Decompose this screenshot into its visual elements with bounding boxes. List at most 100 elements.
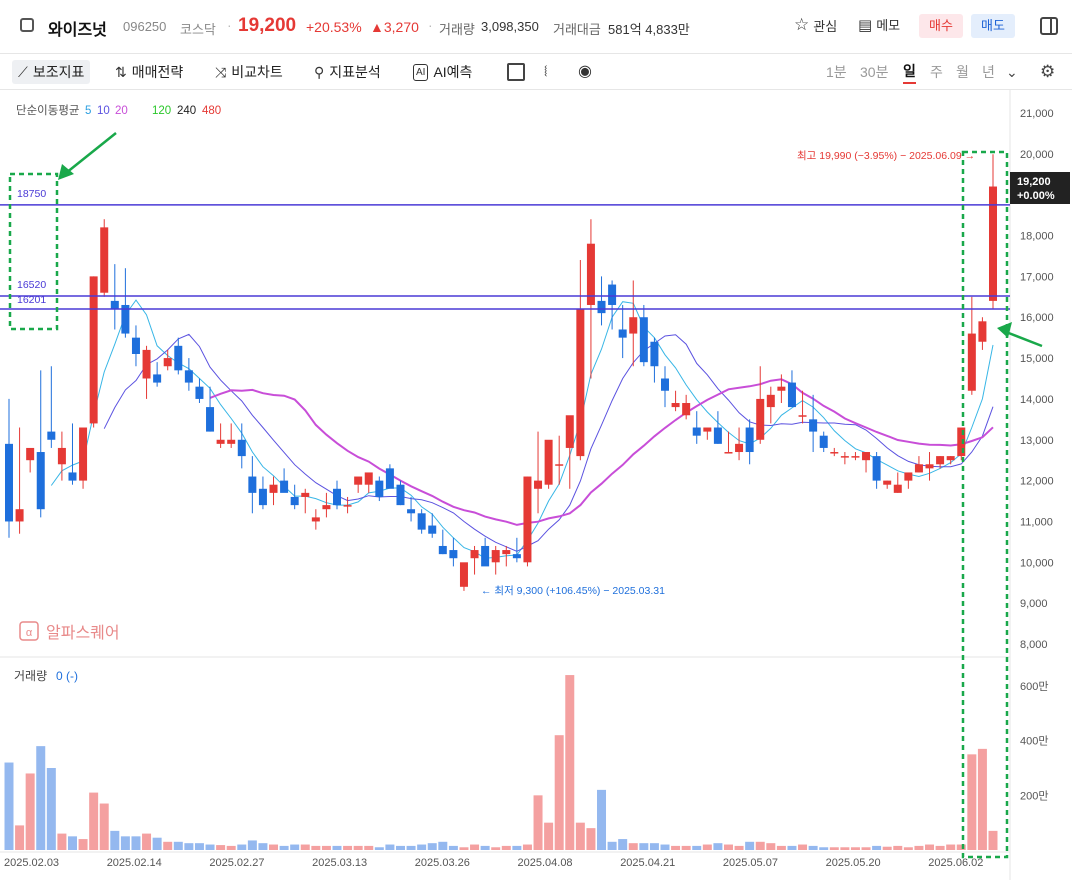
candle-body <box>618 329 627 338</box>
watermark-text: 알파스퀘어 <box>46 624 120 642</box>
candle-body <box>68 472 77 481</box>
price-tick: 8,000 <box>1020 639 1048 651</box>
candle-body <box>851 456 860 458</box>
star-icon: ☆ <box>794 15 810 34</box>
volume-bar <box>776 845 786 850</box>
volume-bar <box>755 841 765 850</box>
volume-bar <box>967 754 977 850</box>
candle-body <box>565 415 574 448</box>
price-tick: 13,000 <box>1020 435 1054 447</box>
candle <box>15 427 24 534</box>
candle <box>883 480 892 489</box>
stock-name[interactable]: 와이즈넛 <box>48 16 107 40</box>
candle-body <box>787 382 796 408</box>
candle-body <box>5 443 13 522</box>
ma-legend-5: 5 <box>85 105 91 117</box>
candle-body <box>36 452 45 510</box>
ma-legend-20: 20 <box>115 105 128 117</box>
period-year[interactable]: 년 <box>982 60 995 84</box>
ma-legend-480: 480 <box>202 105 221 117</box>
camera-icon[interactable]: ◉ <box>578 60 592 84</box>
side-panel-icon[interactable] <box>1040 17 1058 35</box>
candle <box>481 537 490 567</box>
volume-bar <box>110 830 120 850</box>
candle <box>523 476 532 567</box>
analysis-button[interactable]: ⚲ 지표분석 <box>314 60 381 84</box>
candle <box>269 476 278 506</box>
compare-button[interactable]: ⤨ 비교차트 <box>215 60 283 84</box>
candle <box>110 264 119 330</box>
volume-bar <box>745 841 755 850</box>
candle <box>756 366 765 444</box>
volume-bar <box>925 844 935 850</box>
volume-bar <box>544 822 554 850</box>
candle-body <box>872 456 881 481</box>
amount-value: 581억 4,833만 <box>608 22 690 37</box>
candle-body <box>459 562 468 587</box>
candle <box>396 480 405 506</box>
candle <box>851 452 860 461</box>
strategy-button[interactable]: ⇅ 매매전략 <box>115 60 183 84</box>
candlestick-icon[interactable]: ⧙ <box>544 60 547 84</box>
volume-bar <box>406 845 416 850</box>
candle-body <box>322 505 331 510</box>
volume-bar <box>956 844 966 850</box>
stock-code: 096250 <box>123 19 167 34</box>
volume-bar <box>321 845 331 850</box>
volume-bar <box>628 843 638 850</box>
candle-body <box>417 513 426 530</box>
price-chart[interactable]: 21,00020,00019,00018,00017,00016,00015,0… <box>0 90 1072 880</box>
settings-gear-icon[interactable]: ⚙ <box>1040 60 1055 84</box>
candle <box>576 260 585 461</box>
candle-body <box>703 427 712 432</box>
volume-bar <box>226 845 236 850</box>
candle-body <box>809 419 818 432</box>
volume-bar <box>332 845 342 850</box>
date-tick: 2025.02.14 <box>107 857 162 869</box>
layout-square-icon[interactable] <box>507 60 525 84</box>
candle <box>449 537 458 567</box>
volume-bar <box>311 845 321 850</box>
horizontal-line-label: 18750 <box>17 188 46 200</box>
indicator-button[interactable]: ⟋ 보조지표 <box>12 60 91 84</box>
candle-body <box>248 476 257 493</box>
memo-button[interactable]: ▤ 메모 <box>858 15 900 34</box>
volume-bar <box>247 840 257 850</box>
period-dropdown-icon[interactable]: ⌄ <box>1006 60 1018 84</box>
price-tick: 9,000 <box>1020 598 1048 610</box>
candle <box>258 476 267 510</box>
period-month[interactable]: 월 <box>956 60 969 84</box>
period-day[interactable]: 일 <box>903 60 916 84</box>
buy-button[interactable]: 매수 <box>919 14 963 38</box>
volume-bar <box>522 844 532 850</box>
volume-bar <box>15 825 25 850</box>
candle <box>491 545 500 575</box>
candle <box>311 509 320 530</box>
sell-button[interactable]: 매도 <box>971 14 1015 38</box>
volume-bar <box>448 845 458 850</box>
watch-button[interactable]: ☆ 관심 <box>794 15 837 35</box>
date-tick: 2025.02.03 <box>4 857 59 869</box>
volume-bar <box>184 843 194 850</box>
period-week[interactable]: 주 <box>930 60 943 84</box>
volume-bar <box>660 844 670 850</box>
period-30min[interactable]: 30분 <box>860 60 888 84</box>
candle-body <box>195 386 204 399</box>
ai-predict-button[interactable]: AI AI예측 <box>413 60 472 84</box>
period-1min[interactable]: 1분 <box>826 60 847 84</box>
candle-body <box>269 484 278 493</box>
candle-body <box>978 321 987 342</box>
candle <box>153 362 162 387</box>
candle-body <box>237 439 246 457</box>
volume-bar <box>46 768 56 850</box>
candle <box>301 488 310 514</box>
volume-bar <box>872 845 882 850</box>
candle-body <box>661 378 669 391</box>
candle-body <box>407 509 416 514</box>
volume-tick: 200만 <box>1020 789 1048 802</box>
candle-body <box>343 505 352 507</box>
low-annotation: ← 최저 9,300 (+106.45%) − 2025.03.31 <box>481 585 665 597</box>
candle <box>68 423 77 485</box>
price-tick: 16,000 <box>1020 312 1054 324</box>
volume-bar <box>798 844 808 850</box>
